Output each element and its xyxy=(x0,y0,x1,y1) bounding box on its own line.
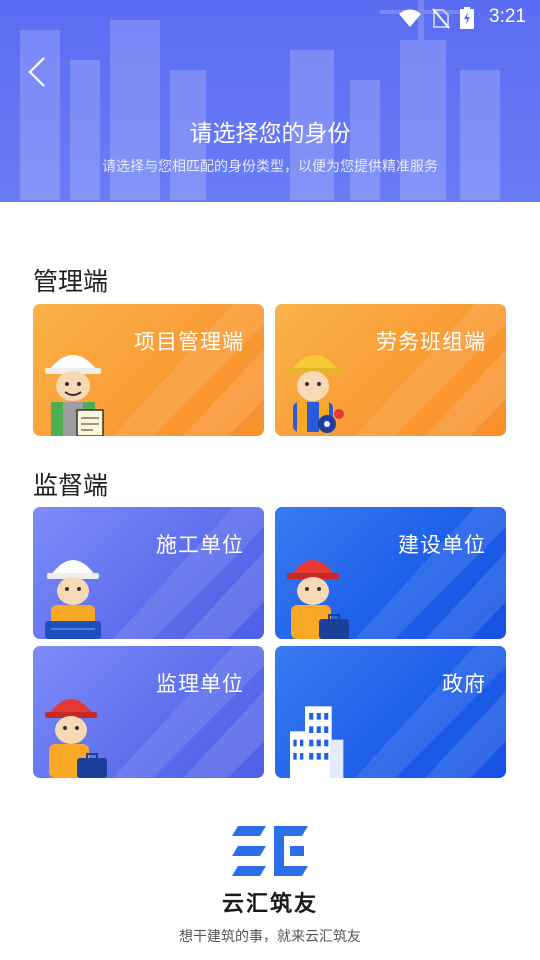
card-label: 劳务班组端 xyxy=(376,330,486,354)
page-title: 请选择您的身份 xyxy=(189,121,351,147)
chevron-left-icon xyxy=(28,57,45,87)
building-icon xyxy=(290,706,344,778)
section-title-supervision: 监督端 xyxy=(33,471,109,500)
card-government[interactable]: 政府 xyxy=(275,646,506,778)
status-time: 3:21 xyxy=(489,6,526,27)
worker-gear-icon xyxy=(287,355,344,433)
brand-slogan: 想干建筑的事，就来云汇筑友 xyxy=(179,929,361,945)
back-button[interactable] xyxy=(22,54,52,90)
worker-briefcase-icon xyxy=(287,560,349,639)
card-label: 建设单位 xyxy=(398,533,486,557)
brand-name: 云汇筑友 xyxy=(221,892,318,917)
wifi-icon xyxy=(399,9,421,27)
card-label: 监理单位 xyxy=(156,672,244,696)
no-sim-icon xyxy=(432,8,450,29)
page-subtitle: 请选择与您相匹配的身份类型，以便为您提供精准服务 xyxy=(102,159,438,175)
card-owner-unit[interactable]: 建设单位 xyxy=(275,507,506,639)
card-labor-team[interactable]: 劳务班组端 xyxy=(275,304,506,436)
worker-blueprint-icon xyxy=(45,560,101,639)
card-label: 政府 xyxy=(442,672,486,696)
worker-briefcase-icon xyxy=(45,699,107,778)
battery-charging-icon xyxy=(460,7,474,29)
card-label: 施工单位 xyxy=(156,533,244,557)
card-supervision-unit[interactable]: 监理单位 xyxy=(33,646,264,778)
card-construction-unit[interactable]: 施工单位 xyxy=(33,507,264,639)
header-banner: 3:21 请选择您的身份 请选择与您相匹配的身份类型，以便为您提供精准服务 xyxy=(0,0,540,202)
card-label: 项目管理端 xyxy=(134,330,244,354)
worker-clipboard-icon xyxy=(45,355,104,436)
status-bar: 3:21 xyxy=(0,0,540,36)
section-title-management: 管理端 xyxy=(33,267,109,296)
card-project-management[interactable]: 项目管理端 xyxy=(33,304,264,436)
app-logo-icon xyxy=(232,826,308,876)
